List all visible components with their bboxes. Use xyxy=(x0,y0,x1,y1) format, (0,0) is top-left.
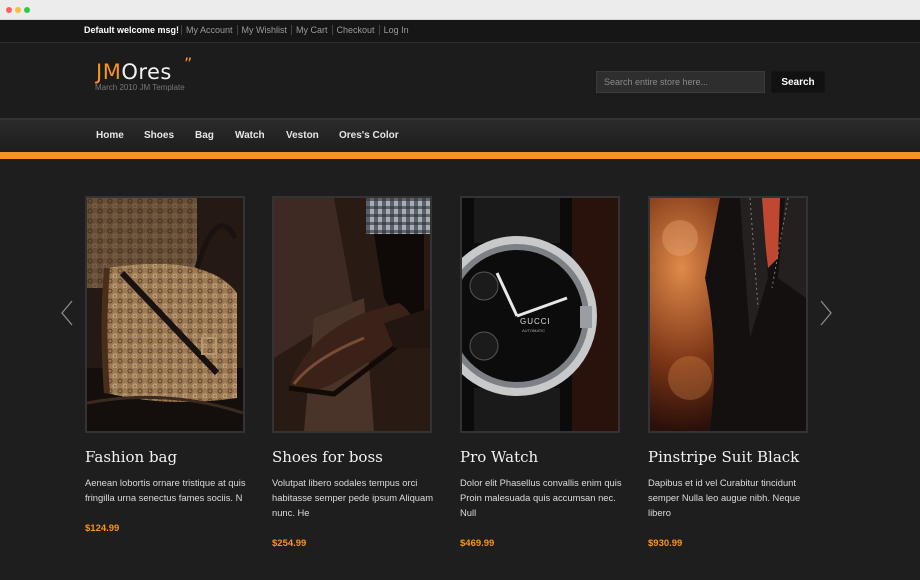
product-title[interactable]: Pro Watch xyxy=(460,448,640,466)
chevron-right-icon[interactable] xyxy=(820,300,832,326)
browser-chrome xyxy=(0,0,920,20)
watch-sub-text: AUTOMATIC xyxy=(522,328,545,333)
my-cart-link[interactable]: My Cart xyxy=(291,25,332,35)
product-title[interactable]: Fashion bag xyxy=(85,448,265,466)
site-logo[interactable]: JMOres ” xyxy=(96,54,192,84)
welcome-message: Default welcome msg! xyxy=(84,25,180,35)
window-zoom-icon[interactable] xyxy=(24,7,30,13)
product-description: Dolor elit Phasellus convallis enim quis… xyxy=(460,477,622,518)
logo-quote: ” xyxy=(184,54,193,73)
product-description: Volutpat libero sodales tempus orci habi… xyxy=(272,477,434,518)
logo-ores: Ores xyxy=(121,60,172,84)
product-image-watch[interactable]: GUCCI AUTOMATIC xyxy=(460,196,620,433)
search-button[interactable]: Search xyxy=(771,71,825,93)
product-image-shoes[interactable] xyxy=(272,196,432,433)
product-image-bag[interactable] xyxy=(85,196,245,433)
watch-brand-text: GUCCI xyxy=(520,317,551,326)
product-price: $254.99 xyxy=(272,538,307,549)
header: JMOres ” March 2010 JM Template Search xyxy=(0,44,920,118)
product-title[interactable]: Shoes for boss xyxy=(272,448,452,466)
login-link[interactable]: Log In xyxy=(378,25,413,35)
product-price: $124.99 xyxy=(85,523,120,534)
nav-item-veston[interactable]: Veston xyxy=(286,130,319,141)
logo-jm: JM xyxy=(96,60,122,84)
accent-bar xyxy=(0,152,920,159)
window-close-icon[interactable] xyxy=(6,7,12,13)
search-input[interactable] xyxy=(596,71,765,93)
top-links: My Account My Wishlist My Cart Checkout … xyxy=(181,25,413,35)
product-price: $930.99 xyxy=(648,538,683,549)
product-description: Dapibus et id vel Curabitur tincidunt se… xyxy=(648,477,801,518)
my-wishlist-link[interactable]: My Wishlist xyxy=(236,25,292,35)
checkout-link[interactable]: Checkout xyxy=(331,25,379,35)
product-image-suit[interactable] xyxy=(648,196,808,433)
nav-item-bag[interactable]: Bag xyxy=(195,130,214,141)
nav-item-shoes[interactable]: Shoes xyxy=(144,130,174,141)
product-title[interactable]: Pinstripe Suit Black xyxy=(648,448,828,466)
main-nav: Home Shoes Bag Watch Veston Ores's Color xyxy=(0,118,920,152)
nav-item-watch[interactable]: Watch xyxy=(235,130,265,141)
product-price: $469.99 xyxy=(460,538,495,549)
chevron-left-icon[interactable] xyxy=(61,300,73,326)
my-account-link[interactable]: My Account xyxy=(181,25,237,35)
nav-item-home[interactable]: Home xyxy=(96,130,124,141)
nav-item-ores-color[interactable]: Ores's Color xyxy=(339,130,399,141)
product-description: Aenean lobortis ornare tristique at quis… xyxy=(85,477,246,503)
window-minimize-icon[interactable] xyxy=(15,7,21,13)
logo-tagline: March 2010 JM Template xyxy=(95,83,185,92)
top-bar: Default welcome msg! My Account My Wishl… xyxy=(0,20,920,43)
